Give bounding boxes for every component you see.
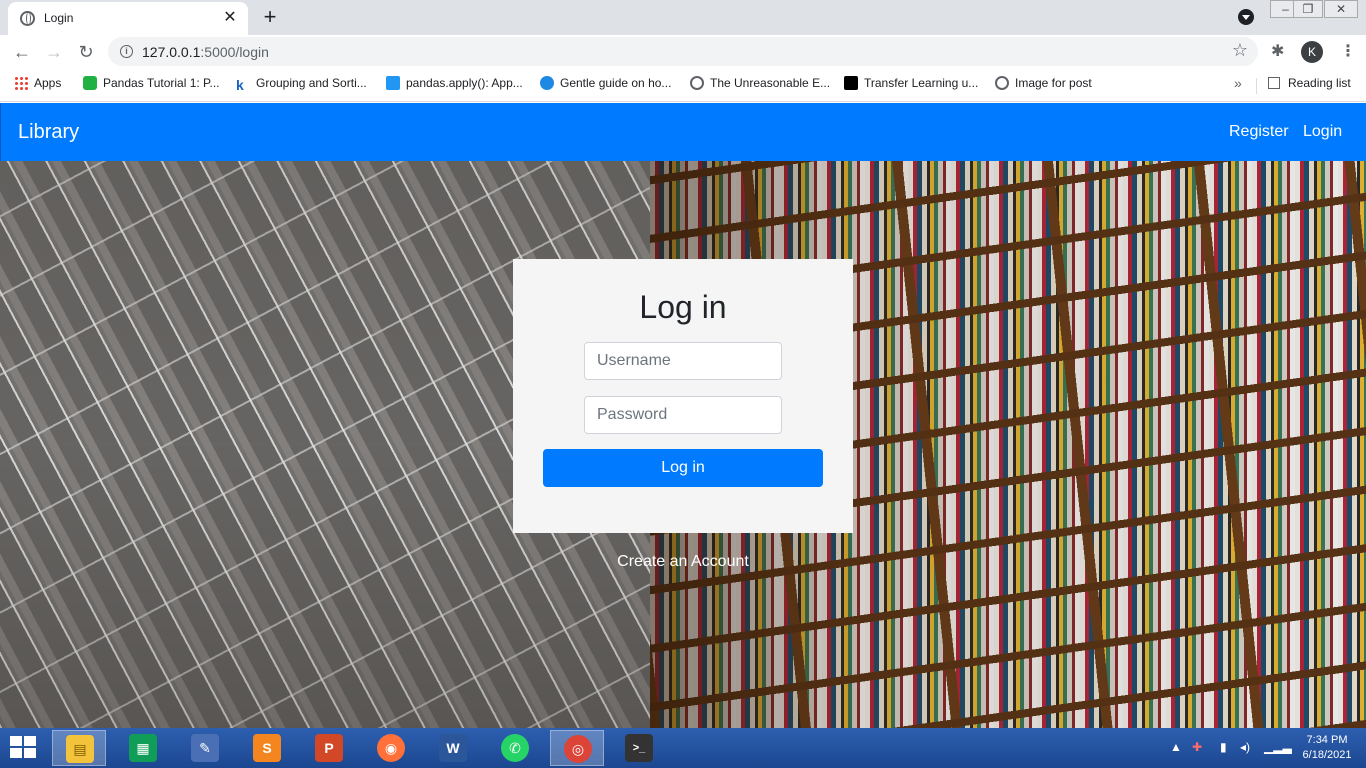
chrome-icon: ◎ bbox=[564, 735, 592, 763]
url-text: 127.0.0.1:5000/login bbox=[142, 44, 269, 60]
bookmark-unreasonable[interactable]: The Unreasonable E... bbox=[690, 76, 830, 94]
bookmark-pandas-apply[interactable]: pandas.apply(): App... bbox=[386, 76, 523, 94]
clock-time: 7:34 PM bbox=[1306, 734, 1348, 746]
globe-icon bbox=[995, 76, 1009, 90]
tray-gift-icon[interactable]: ✚ bbox=[1192, 740, 1202, 754]
hero-background: Log in Log in Create an Account bbox=[0, 161, 1366, 728]
reading-list-button[interactable]: Reading list bbox=[1268, 76, 1351, 90]
create-account-link[interactable]: Create an Account bbox=[0, 553, 1366, 571]
nav-register-link[interactable]: Register bbox=[1229, 123, 1289, 141]
firefox-icon: ◉ bbox=[377, 734, 405, 762]
globe-icon bbox=[690, 76, 704, 90]
taskbar-terminal[interactable]: >_ bbox=[612, 730, 666, 766]
login-card: Log in Log in bbox=[513, 259, 853, 533]
reading-list-icon bbox=[1268, 77, 1280, 89]
new-tab-button[interactable]: + bbox=[256, 4, 284, 30]
taskbar-firefox[interactable]: ◉ bbox=[364, 730, 418, 766]
gentle-guide-icon bbox=[540, 76, 554, 90]
k-icon: k bbox=[236, 77, 244, 93]
reload-icon[interactable]: ↻ bbox=[74, 40, 98, 64]
window-close-button[interactable]: ✕ bbox=[1324, 0, 1358, 18]
bookmark-transfer-learning[interactable]: Transfer Learning u... bbox=[844, 76, 978, 94]
bookmarks-bar: Apps Pandas Tutorial 1: P... k Grouping a… bbox=[0, 68, 1366, 102]
clock-date: 6/18/2021 bbox=[1302, 749, 1352, 761]
taskbar-editor[interactable]: ✎ bbox=[178, 730, 232, 766]
login-submit-button[interactable]: Log in bbox=[543, 449, 823, 487]
menu-kebab-icon[interactable]: ⋮ bbox=[1340, 41, 1356, 61]
word-icon: W bbox=[439, 734, 467, 762]
maximize-button[interactable]: ❐ bbox=[1293, 0, 1323, 18]
network-signal-icon[interactable]: ▁▂▃ bbox=[1264, 740, 1292, 754]
medium-icon bbox=[844, 76, 858, 90]
password-input[interactable] bbox=[584, 396, 782, 434]
taskbar-store[interactable]: ▦ bbox=[116, 730, 170, 766]
bookmarks-divider bbox=[1256, 78, 1257, 94]
windows-taskbar: ▤ ▦ ✎ S P ◉ W ✆ ◎ >_ ▲ ✚ ▮ ◂) ▁▂▃ 7:34 P… bbox=[0, 728, 1366, 768]
taskbar-word[interactable]: W bbox=[426, 730, 480, 766]
browser-toolbar: ← → ↻ i 127.0.0.1:5000/login ☆ ✱ K ⋮ bbox=[0, 35, 1366, 68]
tab-search-icon[interactable] bbox=[1238, 9, 1254, 25]
url-host: 127.0.0.1 bbox=[142, 44, 201, 60]
taskbar-clock[interactable]: 7:34 PM 6/18/2021 bbox=[1292, 733, 1362, 763]
info-icon[interactable]: i bbox=[120, 45, 133, 58]
taskbar-whatsapp[interactable]: ✆ bbox=[488, 730, 542, 766]
bookmarks-more-chevron-icon[interactable]: » bbox=[1234, 75, 1242, 91]
pandas-tutorial-icon bbox=[83, 76, 97, 90]
page-content: Library Register Login Log in Log in Cre… bbox=[0, 103, 1366, 728]
navbar-brand[interactable]: Library bbox=[18, 121, 79, 144]
bookmark-gentle-guide[interactable]: Gentle guide on ho... bbox=[540, 76, 671, 94]
forward-arrow-icon[interactable]: → bbox=[42, 40, 66, 64]
whatsapp-icon: ✆ bbox=[501, 734, 529, 762]
battery-icon[interactable]: ▮ bbox=[1220, 740, 1227, 754]
taskbar-powerpoint[interactable]: P bbox=[302, 730, 356, 766]
tab-login[interactable]: Login ✕ bbox=[8, 2, 248, 35]
nav-login-link[interactable]: Login bbox=[1303, 123, 1342, 141]
apps-grid-icon bbox=[14, 76, 28, 90]
bookmark-apps[interactable]: Apps bbox=[14, 76, 61, 94]
sublime-icon: S bbox=[253, 734, 281, 762]
login-title: Log in bbox=[639, 289, 727, 325]
taskbar-file-explorer[interactable]: ▤ bbox=[52, 730, 106, 766]
site-navbar: Library Register Login bbox=[0, 103, 1366, 161]
username-input[interactable] bbox=[584, 342, 782, 380]
terminal-icon: >_ bbox=[625, 734, 653, 762]
volume-icon[interactable]: ◂) bbox=[1240, 740, 1250, 754]
editor-icon: ✎ bbox=[191, 734, 219, 762]
profile-avatar[interactable]: K bbox=[1301, 41, 1323, 63]
globe-icon bbox=[20, 11, 35, 26]
tab-strip: Login ✕ + – ❐ ✕ bbox=[0, 0, 1366, 35]
tray-chevron-up-icon[interactable]: ▲ bbox=[1170, 740, 1182, 754]
store-icon: ▦ bbox=[129, 734, 157, 762]
bookmark-pandas-tutorial[interactable]: Pandas Tutorial 1: P... bbox=[83, 76, 220, 94]
address-bar[interactable]: i 127.0.0.1:5000/login ☆ bbox=[108, 37, 1258, 66]
file-explorer-icon: ▤ bbox=[66, 735, 94, 763]
close-icon[interactable]: ✕ bbox=[220, 8, 240, 28]
url-path: :5000/login bbox=[200, 44, 269, 60]
bookmark-star-icon[interactable]: ☆ bbox=[1232, 40, 1248, 61]
pandas-apply-icon bbox=[386, 76, 400, 90]
bookmark-grouping-sorting[interactable]: k Grouping and Sorti... bbox=[236, 76, 367, 94]
windows-start-icon[interactable] bbox=[10, 736, 38, 760]
back-arrow-icon[interactable]: ← bbox=[10, 40, 34, 64]
taskbar-sublime[interactable]: S bbox=[240, 730, 294, 766]
tab-title: Login bbox=[44, 11, 74, 25]
bookmark-image-for-post[interactable]: Image for post bbox=[995, 76, 1092, 94]
taskbar-chrome[interactable]: ◎ bbox=[550, 730, 604, 766]
extensions-puzzle-icon[interactable]: ✱ bbox=[1271, 41, 1284, 61]
powerpoint-icon: P bbox=[315, 734, 343, 762]
